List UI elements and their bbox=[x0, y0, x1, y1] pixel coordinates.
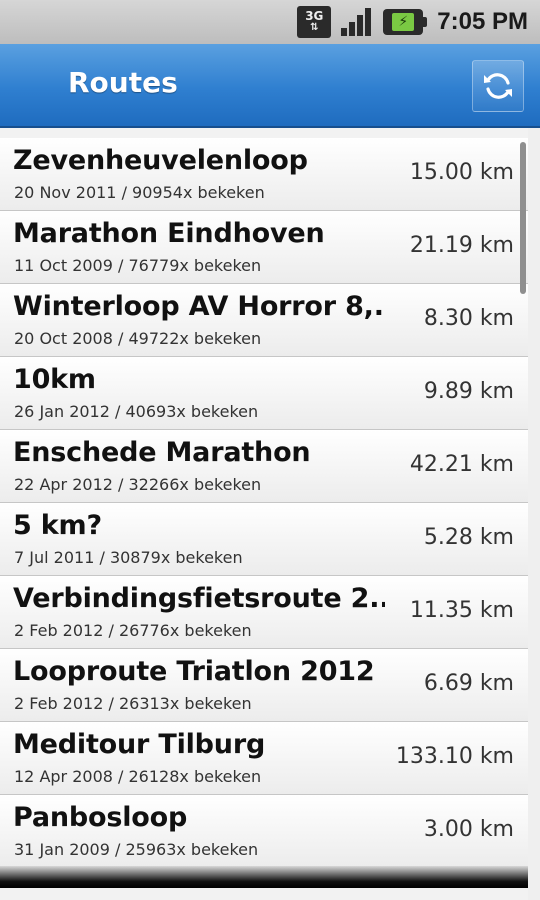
route-distance: 8.30 km bbox=[423, 306, 514, 331]
route-name: Marathon Eindhoven bbox=[13, 218, 325, 249]
route-distance: 42.21 km bbox=[409, 452, 514, 477]
route-name: Zevenheuvelenloop bbox=[13, 145, 308, 176]
route-list[interactable]: Zevenheuvelenloop 20 Nov 2011 / 90954x b… bbox=[0, 138, 540, 880]
status-bar: 3G ⇅ ⚡ 7:05 PM bbox=[0, 0, 540, 44]
route-name: Panbosloop bbox=[13, 802, 188, 833]
route-meta: 11 Oct 2009 / 76779x bekeken bbox=[14, 256, 262, 275]
route-distance: 6.69 km bbox=[423, 671, 514, 696]
route-meta: 2 Feb 2012 / 26313x bekeken bbox=[14, 694, 252, 713]
signal-strength-icon bbox=[339, 6, 375, 38]
route-distance: 133.10 km bbox=[395, 744, 514, 769]
route-name: 5 km? bbox=[13, 510, 102, 541]
refresh-button[interactable] bbox=[472, 60, 524, 112]
page-title: Routes bbox=[68, 66, 178, 99]
list-item[interactable]: Enschede Marathon 22 Apr 2012 / 32266x b… bbox=[0, 430, 528, 503]
route-distance: 11.35 km bbox=[409, 598, 514, 623]
route-distance: 21.19 km bbox=[409, 233, 514, 258]
route-name: 10km bbox=[13, 364, 96, 395]
list-item[interactable]: 5 km? 7 Jul 2011 / 30879x bekeken 5.28 k… bbox=[0, 503, 528, 576]
list-edge bbox=[528, 128, 540, 900]
route-name: Enschede Marathon bbox=[13, 437, 311, 468]
list-item[interactable]: Meditour Tilburg 12 Apr 2008 / 26128x be… bbox=[0, 722, 528, 795]
route-meta: 26 Jan 2012 / 40693x bekeken bbox=[14, 402, 259, 421]
scrollbar[interactable] bbox=[520, 142, 526, 294]
route-meta: 12 Apr 2008 / 26128x bekeken bbox=[14, 767, 262, 786]
list-item[interactable]: 10km 26 Jan 2012 / 40693x bekeken 9.89 k… bbox=[0, 357, 528, 430]
status-time: 7:05 PM bbox=[437, 8, 528, 35]
route-meta: 20 Oct 2008 / 49722x bekeken bbox=[14, 329, 262, 348]
network-3g-icon: 3G ⇅ bbox=[297, 6, 332, 38]
list-item[interactable]: Zevenheuvelenloop 20 Nov 2011 / 90954x b… bbox=[0, 138, 528, 211]
route-name: Looproute Triatlon 2012 bbox=[13, 656, 375, 687]
route-distance: 3.00 km bbox=[423, 817, 514, 842]
bottom-shadow bbox=[0, 866, 528, 888]
list-item[interactable]: Verbindingsfietsroute 2... 2 Feb 2012 / … bbox=[0, 576, 528, 649]
route-name: Verbindingsfietsroute 2... bbox=[13, 583, 385, 614]
battery-charging-icon: ⚡ bbox=[383, 9, 428, 35]
list-item[interactable]: Marathon Eindhoven 11 Oct 2009 / 76779x … bbox=[0, 211, 528, 284]
route-name: Meditour Tilburg bbox=[13, 729, 266, 760]
list-item[interactable]: Looproute Triatlon 2012 2 Feb 2012 / 263… bbox=[0, 649, 528, 722]
action-bar: Routes bbox=[0, 44, 540, 128]
list-item[interactable]: Panbosloop 31 Jan 2009 / 25963x bekeken … bbox=[0, 795, 528, 868]
route-meta: 20 Nov 2011 / 90954x bekeken bbox=[14, 183, 265, 202]
route-name: Winterloop AV Horror 8,... bbox=[13, 291, 385, 322]
route-distance: 5.28 km bbox=[423, 525, 514, 550]
list-item[interactable]: Winterloop AV Horror 8,... 20 Oct 2008 /… bbox=[0, 284, 528, 357]
route-meta: 31 Jan 2009 / 25963x bekeken bbox=[14, 840, 259, 859]
route-meta: 7 Jul 2011 / 30879x bekeken bbox=[14, 548, 243, 567]
route-distance: 15.00 km bbox=[409, 160, 514, 185]
route-distance: 9.89 km bbox=[423, 379, 514, 404]
route-meta: 22 Apr 2012 / 32266x bekeken bbox=[14, 475, 262, 494]
route-meta: 2 Feb 2012 / 26776x bekeken bbox=[14, 621, 252, 640]
network-label: 3G bbox=[305, 9, 324, 23]
refresh-icon bbox=[484, 73, 512, 99]
